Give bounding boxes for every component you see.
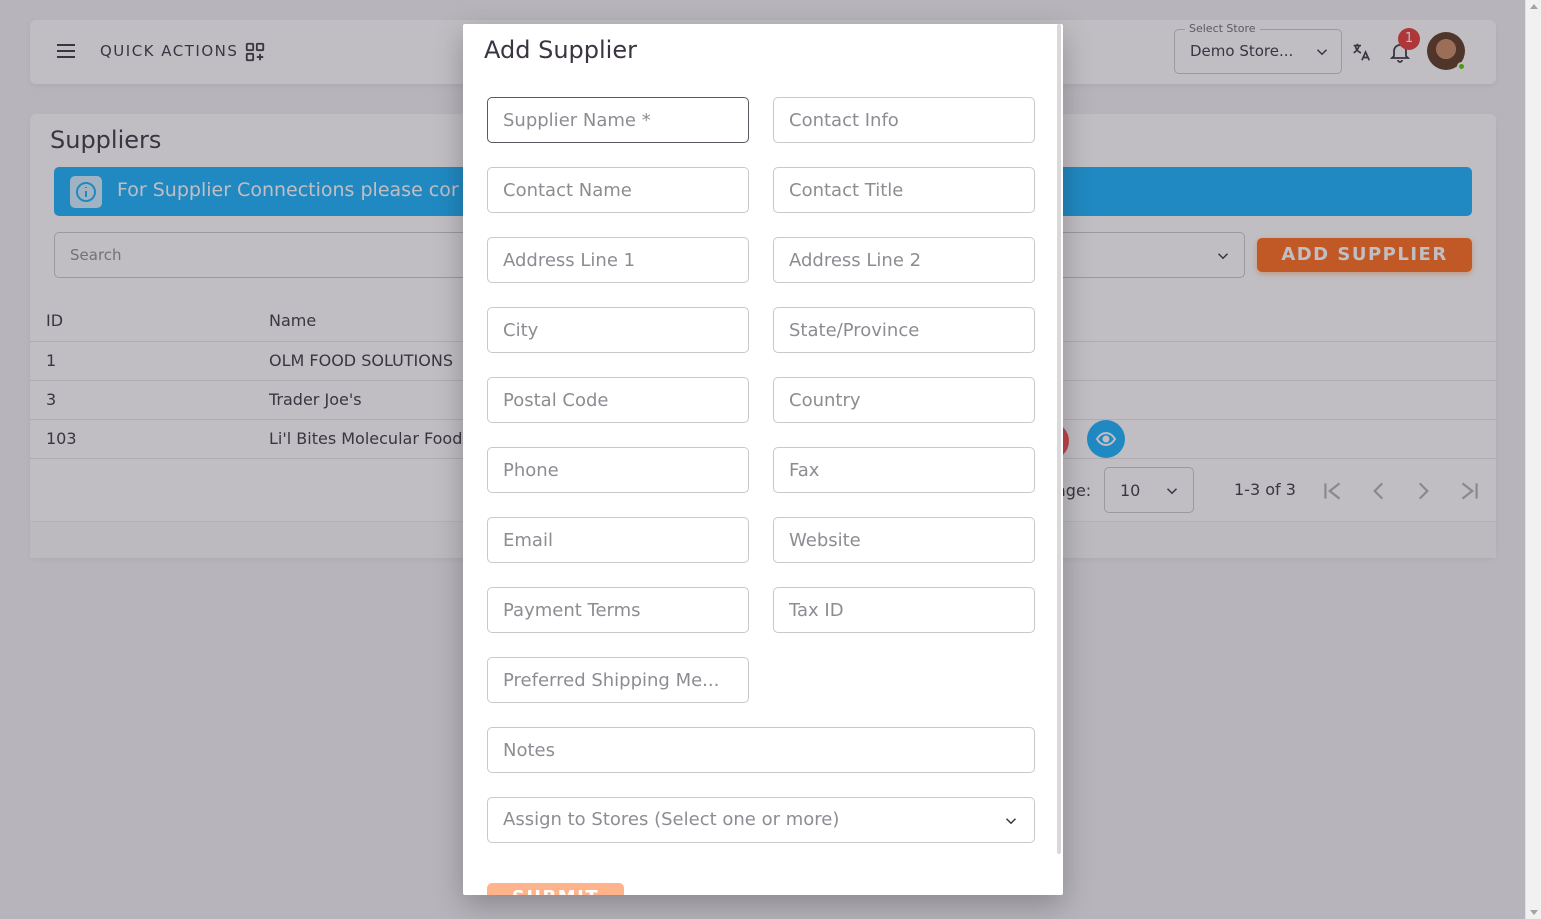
country-field[interactable] <box>773 377 1035 423</box>
dialog-title: Add Supplier <box>484 36 637 64</box>
submit-button[interactable]: SUBMIT <box>487 883 624 895</box>
tax-id-input[interactable] <box>774 588 1034 632</box>
scroll-up-icon[interactable] <box>1530 4 1538 9</box>
city-field[interactable] <box>487 307 749 353</box>
dialog-scrollbar[interactable] <box>1057 24 1061 854</box>
contact-info-field[interactable] <box>773 97 1035 143</box>
payment-terms-field[interactable] <box>487 587 749 633</box>
website-field[interactable] <box>773 517 1035 563</box>
supplier-name-input[interactable] <box>488 98 748 142</box>
preferred-shipping-field[interactable] <box>487 657 749 703</box>
notes-input[interactable] <box>488 728 1034 772</box>
assign-stores-placeholder: Assign to Stores (Select one or more) <box>503 809 840 830</box>
city-input[interactable] <box>488 308 748 352</box>
address-line-2-field[interactable] <box>773 237 1035 283</box>
state-province-field[interactable] <box>773 307 1035 353</box>
country-input[interactable] <box>774 378 1034 422</box>
phone-field[interactable] <box>487 447 749 493</box>
contact-info-input[interactable] <box>774 98 1034 142</box>
assign-stores-select[interactable]: Assign to Stores (Select one or more) <box>487 797 1035 843</box>
chevron-down-icon <box>1005 818 1017 825</box>
notes-field[interactable] <box>487 727 1035 773</box>
payment-terms-input[interactable] <box>488 588 748 632</box>
website-input[interactable] <box>774 518 1034 562</box>
preferred-shipping-input[interactable] <box>488 658 748 702</box>
email-field[interactable] <box>487 517 749 563</box>
contact-name-input[interactable] <box>488 168 748 212</box>
fax-input[interactable] <box>774 448 1034 492</box>
address-line-2-input[interactable] <box>774 238 1034 282</box>
address-line-1-field[interactable] <box>487 237 749 283</box>
fax-field[interactable] <box>773 447 1035 493</box>
tax-id-field[interactable] <box>773 587 1035 633</box>
postal-code-field[interactable] <box>487 377 749 423</box>
address-line-1-input[interactable] <box>488 238 748 282</box>
postal-code-input[interactable] <box>488 378 748 422</box>
supplier-name-field[interactable] <box>487 97 749 143</box>
state-province-input[interactable] <box>774 308 1034 352</box>
phone-input[interactable] <box>488 448 748 492</box>
contact-name-field[interactable] <box>487 167 749 213</box>
email-input[interactable] <box>488 518 748 562</box>
scroll-down-icon[interactable] <box>1530 910 1538 915</box>
contact-title-input[interactable] <box>774 168 1034 212</box>
add-supplier-dialog: Add Supplier Supplier Name * Contact Inf… <box>463 24 1063 895</box>
page-scrollbar[interactable] <box>1525 0 1541 919</box>
contact-title-field[interactable] <box>773 167 1035 213</box>
